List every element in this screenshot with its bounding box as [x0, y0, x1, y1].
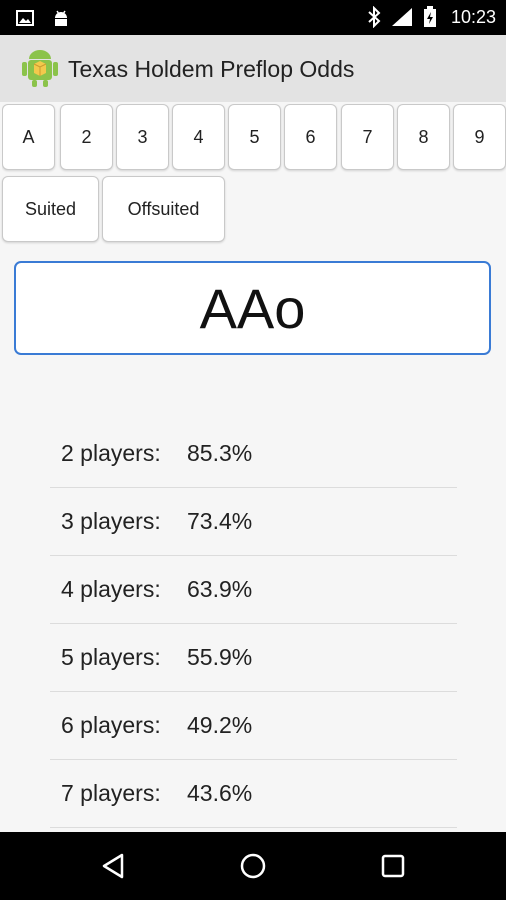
player-count-label: 4 players:: [61, 576, 161, 602]
suit-button-row: Suited Offsuited: [2, 176, 506, 246]
player-count-label: 3 players:: [61, 508, 161, 534]
rank-button-2[interactable]: 2: [60, 104, 113, 170]
image-icon: [16, 10, 34, 26]
win-percent-value: 43.6%: [187, 780, 253, 806]
win-percent-value: 49.2%: [187, 712, 253, 738]
recents-icon[interactable]: [377, 850, 409, 882]
odds-row: 7 players: 43.6%: [50, 760, 457, 828]
odds-row: 4 players: 63.9%: [50, 556, 457, 624]
status-time: 10:23: [450, 6, 496, 27]
player-count-label: 5 players:: [61, 644, 161, 670]
rank-button-row: A 2 3 4 5 6 7 8 9: [2, 104, 506, 174]
battery-charging-icon: [423, 6, 436, 27]
win-percent-value: 85.3%: [187, 440, 253, 466]
win-percent-value: 73.4%: [187, 508, 253, 534]
android-debug-icon: [55, 10, 67, 26]
player-count-label: 6 players:: [61, 712, 161, 738]
rank-button-4[interactable]: 4: [172, 104, 225, 170]
odds-list: 2 players: 85.3% 3 players: 73.4% 4 play…: [50, 420, 457, 828]
win-percent-value: 63.9%: [187, 576, 253, 602]
odds-row: 3 players: 73.4%: [50, 488, 457, 556]
bluetooth-icon: [368, 6, 381, 28]
status-bar: 10:23: [0, 0, 506, 35]
back-icon[interactable]: [97, 850, 129, 882]
win-percent-value: 55.9%: [187, 644, 253, 670]
wifi-icon: [391, 8, 412, 26]
rank-button-8[interactable]: 8: [397, 104, 450, 170]
player-count-label: 7 players:: [61, 780, 161, 806]
rank-button-9[interactable]: 9: [453, 104, 506, 170]
rank-button-6[interactable]: 6: [284, 104, 337, 170]
odds-row: 6 players: 49.2%: [50, 692, 457, 760]
android-app-icon: [22, 50, 58, 87]
offsuited-button[interactable]: Offsuited: [102, 176, 225, 242]
rank-button-7[interactable]: 7: [341, 104, 394, 170]
navigation-bar: [0, 832, 506, 900]
odds-row: 5 players: 55.9%: [50, 624, 457, 692]
suited-button[interactable]: Suited: [2, 176, 99, 242]
action-bar: Texas Holdem Preflop Odds: [0, 35, 506, 102]
hand-display: AAo: [14, 261, 491, 355]
rank-button-a[interactable]: A: [2, 104, 55, 170]
player-count-label: 2 players:: [61, 440, 161, 466]
home-icon[interactable]: [237, 850, 269, 882]
rank-button-3[interactable]: 3: [116, 104, 169, 170]
rank-button-5[interactable]: 5: [228, 104, 281, 170]
app-title: Texas Holdem Preflop Odds: [68, 56, 355, 82]
odds-row: 2 players: 85.3%: [50, 420, 457, 488]
